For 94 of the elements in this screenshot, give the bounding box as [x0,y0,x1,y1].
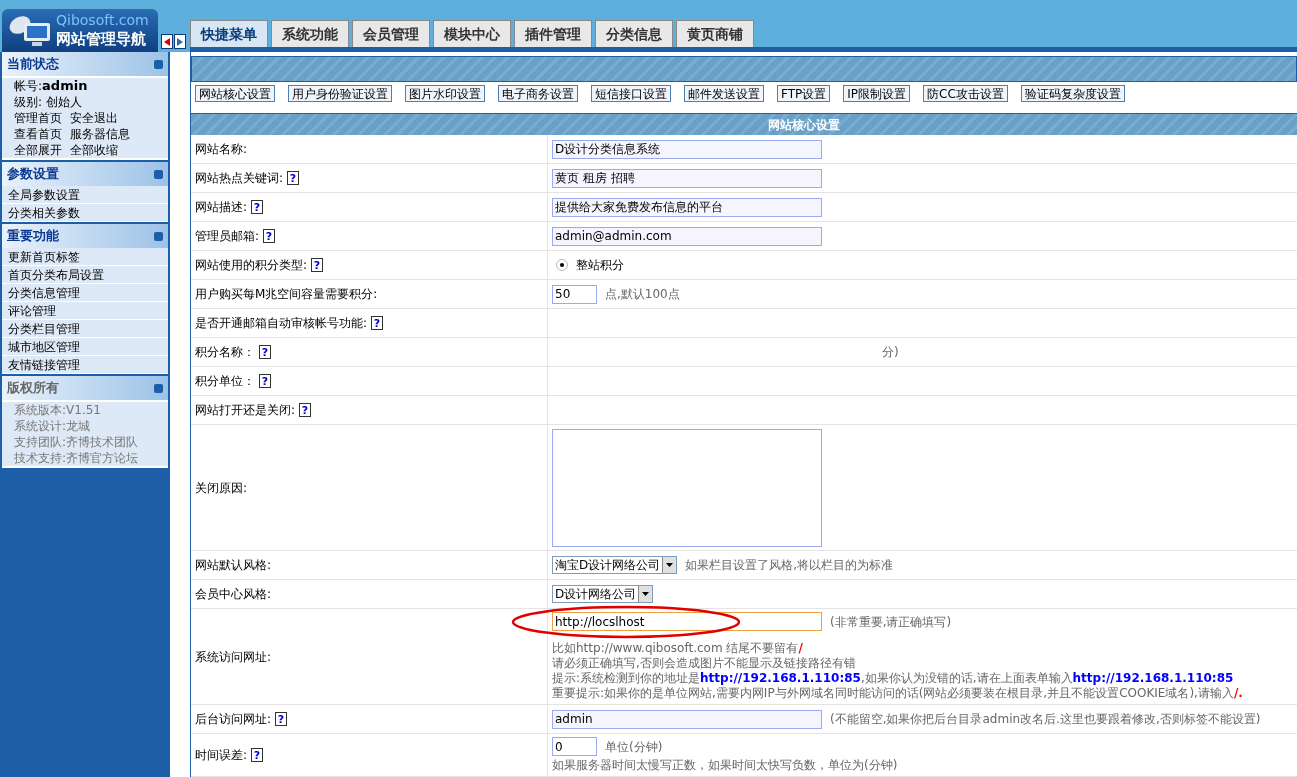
field-label: 会员中心风格: [195,586,272,603]
help-icon[interactable]: ? [311,258,324,272]
settings-link[interactable]: 邮件发送设置 [684,85,764,102]
field-label: 用户购买每M兆空间容量需要积分: [195,286,378,303]
section-header[interactable]: 重要功能 [2,224,168,248]
text-field[interactable]: admin [552,709,822,729]
field-label: 系统访问网址: [195,648,272,666]
sidebar-text: 系统版本:V1.51 [14,402,101,418]
help-icon[interactable]: ? [263,229,276,243]
hint-text: 如果栏目设置了风格,将以栏目的为标准 [685,557,894,574]
text-field[interactable]: 提供给大家免费发布信息的平台 [552,197,822,217]
hint-text: (不能留空,如果你把后台目录admin改名后.这里也要跟着修改,否则标签不能设置) [830,711,1261,728]
text-field[interactable]: 黄页 租房 招聘 [552,168,822,188]
nav-tab[interactable]: 插件管理 [514,20,592,47]
field-label: 网站名称: [195,141,248,158]
nav-tab[interactable]: 快捷菜单 [190,20,268,47]
hint-text: 点,默认100点 [605,286,680,303]
help-icon[interactable]: ? [287,171,300,185]
field-label: 网站热点关键词: [195,170,284,187]
help-icon[interactable]: ? [251,200,264,214]
nav-tab[interactable]: 分类信息 [595,20,673,47]
settings-link[interactable]: FTP设置 [777,85,831,102]
sidebar-text: 技术支持:齐博官方论坛 [14,450,139,466]
sidebar-text: 支持团队:齐博技术团队 [14,434,139,450]
hint-text: 如果服务器时间太慢写正数，如果时间太快写负数，单位为(分钟) [552,758,898,773]
help-icon[interactable]: ? [259,345,271,359]
help-icon[interactable]: ? [299,403,312,417]
url-field[interactable]: http://locslhost [552,612,822,631]
field-label: 积分单位： [195,373,255,390]
help-icon[interactable]: ? [275,712,288,726]
section-header[interactable]: 参数设置 [2,162,168,186]
sidebar-link[interactable]: 全部收缩 [70,142,118,158]
settings-link[interactable]: 图片水印设置 [405,85,485,102]
radio-button[interactable] [556,259,568,271]
field-label: 是否开通邮箱自动审核帐号功能: [195,315,368,332]
hint-text: 分) [881,344,899,361]
section-header[interactable]: 版权所有 [2,376,168,400]
reason-textarea[interactable] [552,428,822,547]
hint-text: 提示:系统检测到你的地址是http://192.168.1.110:85,如果你认为没错的话,请在上面表单输入http://192.168.1.110:85 [552,671,1235,686]
field-label: 后台访问网址: [195,711,272,728]
help-icon[interactable]: ? [251,748,264,762]
style-dropdown[interactable]: 淘宝D设计网络公司 [552,556,678,574]
form-title-bar: 网站核心设置 [191,114,1297,135]
settings-link[interactable]: 网站核心设置 [195,85,275,102]
number-field[interactable]: 0 [552,737,597,756]
collapse-icon[interactable] [154,231,163,241]
settings-link[interactable]: 防CC攻击设置 [923,85,1008,102]
nav-tab[interactable]: 黄页商铺 [676,20,754,47]
nav-tab[interactable]: 模块中心 [433,20,511,47]
sidebar-text: 帐号:admin [14,78,88,94]
section-header[interactable]: 当前状态 [2,52,168,76]
field-label: 管理员邮箱: [195,228,260,245]
settings-link[interactable]: IP限制设置 [843,85,911,102]
sidebar-text: 级别: 创始人 [14,94,82,110]
settings-link[interactable]: 用户身份验证设置 [288,85,392,102]
caret-icon [642,592,650,596]
field-label: 关闭原因: [195,479,248,497]
hint-text: 重要提示:如果你的是单位网站,需要内网IP与外网域名同时能访问的话(网站必须要装在根目录,并且不能设置COOKIE域名),请输入/. [552,686,1243,701]
nav-tab[interactable]: 系统功能 [271,20,349,47]
hint-text: 单位(分钟) [605,738,663,756]
sidebar-link[interactable]: 全部展开 [14,142,62,158]
text-field[interactable]: D设计分类信息系统 [552,139,822,159]
collapse-icon[interactable] [154,59,163,69]
sidebar-link[interactable]: 查看首页 [14,126,62,142]
settings-link[interactable]: 短信接口设置 [591,85,671,102]
hint-text: (非常重要,请正确填写) [830,613,952,631]
help-icon[interactable]: ? [371,316,384,330]
expand-right-icon[interactable] [174,34,186,49]
collapse-icon[interactable] [154,169,163,179]
field-label: 网站使用的积分类型: [195,257,308,274]
nav-tab[interactable]: 会员管理 [352,20,430,47]
field-label: 积分名称： [195,344,255,361]
field-label: 网站默认风格: [195,557,272,574]
field-label: 网站打开还是关闭: [195,402,296,419]
collapse-icon[interactable] [154,383,163,393]
brand-site: Qibosoft.com [56,12,149,30]
hint-text: 比如http://www.qibosoft.com 结尾不要留有/ [552,641,804,656]
sidebar-link[interactable]: 安全退出 [70,110,118,126]
hint-text: 请必须正确填写,否则会造成图片不能显示及链接路径有错 [552,656,857,671]
help-icon[interactable]: ? [259,374,271,388]
style-dropdown[interactable]: D设计网络公司 [552,585,654,603]
caret-icon [666,563,674,567]
settings-link[interactable]: 电子商务设置 [498,85,578,102]
field-label: 时间误差: [195,747,248,764]
field-label: 网站描述: [195,199,248,216]
text-field[interactable]: admin@admin.com [552,226,822,246]
sidebar-link[interactable]: 服务器信息 [70,126,130,142]
sidebar-text: 系统设计:龙城 [14,418,91,434]
settings-link[interactable]: 验证码复杂度设置 [1020,85,1125,102]
collapse-left-icon[interactable] [161,34,173,49]
sidebar-link[interactable]: 管理首页 [14,110,62,126]
number-field[interactable]: 50 [552,284,597,304]
brand-title: 网站管理导航 [56,29,147,49]
radio-label: 整站积分 [576,257,624,274]
